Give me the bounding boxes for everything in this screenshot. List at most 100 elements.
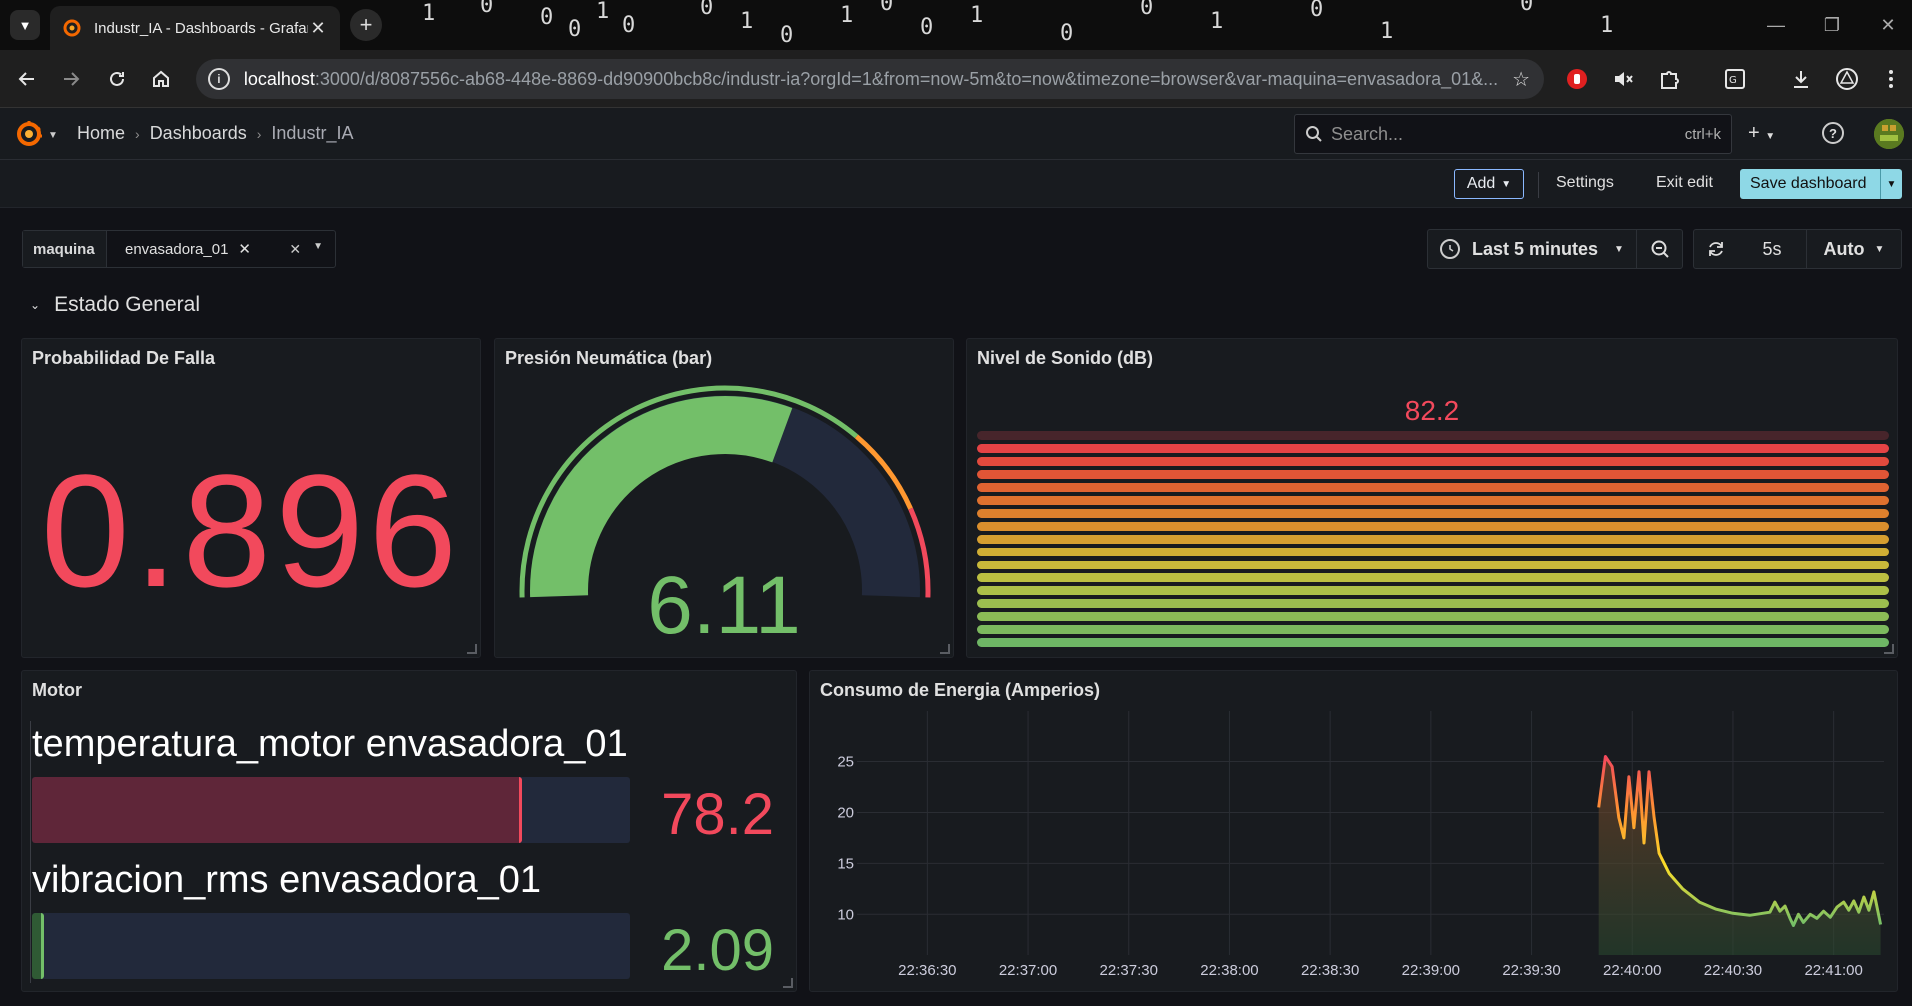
profile-icon[interactable] (1832, 64, 1862, 94)
panel-title: Nivel de Sonido (dB) (977, 348, 1154, 368)
row-title: Estado General (54, 293, 200, 316)
new-plus-icon[interactable]: + ▼ (1748, 122, 1775, 145)
panel-probabilidad-falla[interactable]: Probabilidad De Falla 0.896 (21, 338, 481, 658)
close-tab-icon[interactable]: ✕ (308, 18, 328, 39)
back-icon[interactable] (12, 64, 42, 94)
panel-presion-neumatica[interactable]: Presión Neumática (bar) 6.11 (494, 338, 954, 658)
lcd-segment (977, 495, 1889, 505)
breadcrumb-chevron-icon: › (256, 125, 262, 142)
variable-value-chip[interactable]: envasadora_01 ✕ (125, 240, 251, 259)
refresh-icon (1709, 242, 1723, 256)
variable-label: maquina (23, 231, 107, 267)
lcd-bar-gauge (977, 427, 1889, 647)
chevron-down-icon: ▼ (1614, 243, 1624, 255)
lcd-segment (977, 625, 1889, 635)
x-tick-label: 22:39:00 (1402, 962, 1460, 979)
bar-value-temperatura: 78.2 (661, 782, 774, 847)
panel-nivel-sonido[interactable]: Nivel de Sonido (dB) 82.2 (966, 338, 1898, 658)
bar-gauge-value: 82.2 (1404, 395, 1460, 426)
close-window-icon[interactable]: ✕ (1860, 0, 1912, 50)
refresh-mode-dropdown[interactable]: Auto ▼ (1806, 229, 1901, 269)
svg-text:G: G (1729, 75, 1737, 86)
resize-handle[interactable] (940, 644, 950, 654)
search-input[interactable]: Search... ctrl+k (1294, 114, 1732, 154)
clear-all-icon[interactable]: ✕ (289, 241, 301, 258)
settings-button[interactable]: Settings (1556, 174, 1614, 192)
minimize-icon[interactable]: — (1748, 0, 1804, 50)
download-icon[interactable] (1786, 64, 1816, 94)
panel-consumo-energia[interactable]: Consumo de Energia (Amperios) 22:36:30 22… (809, 670, 1898, 992)
url-path: :3000/d/8087556c-ab68-448e-8869-dd90900b… (314, 68, 1499, 89)
breadcrumb-dashboards[interactable]: Dashboards (150, 123, 247, 144)
x-tick-label: 22:37:00 (999, 962, 1057, 979)
reload-icon[interactable] (102, 64, 132, 94)
resize-handle[interactable] (467, 644, 477, 654)
translate-icon[interactable]: G (1720, 64, 1750, 94)
variable-maquina[interactable]: maquina envasadora_01 ✕ ✕ ▼ (22, 230, 336, 268)
grafana-logo-icon[interactable] (14, 119, 44, 149)
lcd-segment (977, 586, 1889, 596)
chevron-down-icon[interactable]: ▼ (313, 241, 323, 258)
browser-menu-icon[interactable] (1876, 64, 1906, 94)
breadcrumb-home[interactable]: Home (77, 123, 125, 144)
resize-handle[interactable] (1884, 644, 1894, 654)
address-bar[interactable]: i localhost :3000/d/8087556c-ab68-448e-8… (196, 59, 1544, 99)
save-dashboard-button[interactable]: Save dashboard ▼ (1740, 169, 1902, 199)
lcd-segment (977, 469, 1889, 479)
panel-motor[interactable]: Motor temperatura_motor envasadora_01 78… (21, 670, 797, 992)
extensions-puzzle-icon[interactable] (1654, 64, 1684, 94)
bar-value-vibracion: 2.09 (661, 918, 774, 983)
avatar[interactable] (1874, 119, 1904, 149)
dashboard-edit-bar: Add ▼ Settings Exit edit Save dashboard … (0, 160, 1912, 208)
panel-title: Probabilidad De Falla (32, 348, 216, 368)
lcd-segment (977, 431, 1889, 440)
home-icon[interactable] (146, 64, 176, 94)
x-tick-label: 22:39:30 (1502, 962, 1560, 979)
browser-tab[interactable]: Industr_IA - Dashboards - Grafana ✕ (50, 6, 340, 50)
refresh-mode-label: Auto (1823, 238, 1865, 259)
bar-label-vibracion: vibracion_rms envasadora_01 (32, 859, 542, 901)
zoom-out-button[interactable] (1636, 229, 1682, 269)
forward-icon[interactable] (56, 64, 86, 94)
lcd-segment (977, 599, 1889, 609)
lcd-segment (977, 508, 1889, 518)
lcd-segment (977, 482, 1889, 492)
breadcrumb-chevron-icon: › (135, 125, 140, 142)
url-host: localhost (243, 68, 315, 89)
add-button[interactable]: Add ▼ (1454, 169, 1524, 199)
stat-value: 0.896 (40, 441, 462, 620)
tab-title: Industr_IA - Dashboards - Grafana (94, 19, 308, 37)
bar-label-temperatura: temperatura_motor envasadora_01 (32, 723, 628, 765)
refresh-interval[interactable]: 5s (1738, 239, 1806, 260)
restore-icon[interactable]: ❐ (1804, 0, 1860, 50)
extension-stop-icon[interactable] (1562, 64, 1592, 94)
remove-value-icon[interactable]: ✕ (238, 240, 251, 258)
time-range-picker[interactable]: Last 5 minutes ▼ (1427, 229, 1683, 269)
row-header-estado-general[interactable]: ⌄ Estado General (30, 293, 200, 317)
help-icon[interactable]: ? (1822, 122, 1844, 144)
refresh-button[interactable] (1694, 239, 1738, 259)
lcd-segment (977, 573, 1889, 583)
gauge-value: 6.11 (647, 560, 801, 651)
exit-edit-button[interactable]: Exit edit (1656, 174, 1713, 192)
timeseries-chart[interactable]: 22:36:30 22:37:00 22:37:30 22:38:00 22:38:30… (810, 671, 1898, 992)
browser-toolbar: i localhost :3000/d/8087556c-ab68-448e-8… (0, 50, 1912, 108)
divider (1538, 172, 1539, 198)
search-icon (1306, 126, 1322, 142)
mega-menu-chevron-icon[interactable]: ▼ (48, 130, 58, 141)
resize-handle[interactable] (783, 978, 793, 988)
y-tick-label: 20 (837, 804, 854, 821)
refresh-picker[interactable]: 5s Auto ▼ (1693, 229, 1902, 269)
search-shortcut: ctrl+k (1684, 125, 1721, 143)
site-info-icon[interactable]: i (208, 68, 230, 90)
new-tab-button[interactable]: + (350, 9, 382, 41)
tab-search-button[interactable]: ▼ (10, 10, 40, 40)
collapse-chevron-icon[interactable]: ⌄ (30, 298, 40, 312)
bookmark-star-icon[interactable]: ☆ (1512, 67, 1530, 92)
mute-tab-icon[interactable] (1608, 64, 1638, 94)
x-tick-label: 22:40:00 (1603, 962, 1661, 979)
lcd-segment (977, 560, 1889, 570)
time-range-label: Last 5 minutes (1472, 238, 1599, 259)
save-options-chevron-icon[interactable]: ▼ (1880, 169, 1902, 199)
breadcrumb-current: Industr_IA (271, 123, 354, 143)
